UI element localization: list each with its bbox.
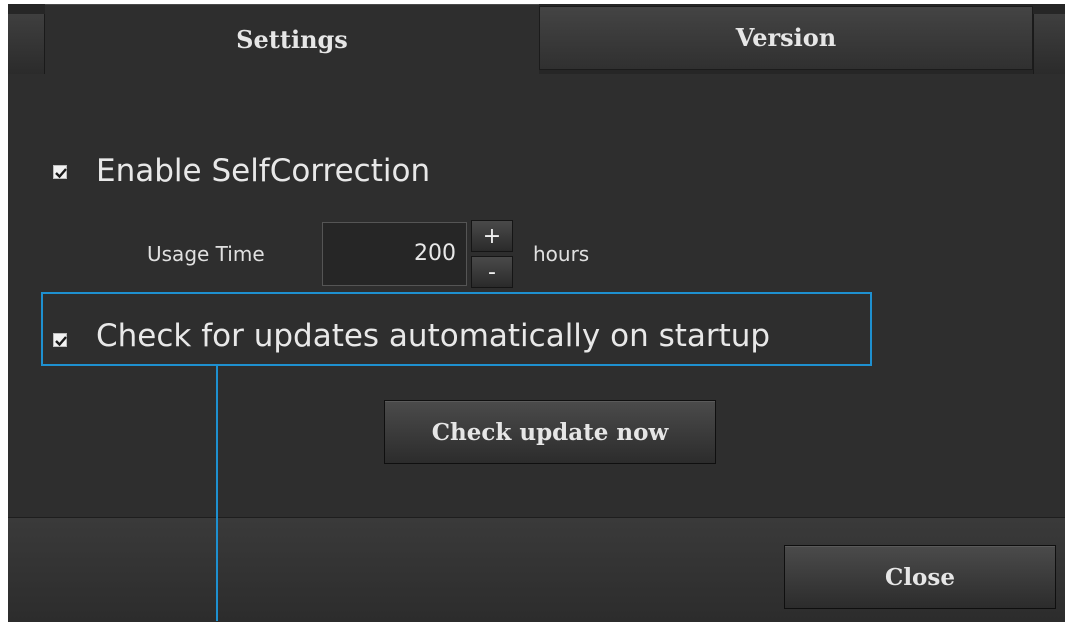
tab-bar-edge-right (1033, 14, 1065, 74)
auto-update-label[interactable]: Check for updates automatically on start… (96, 318, 770, 354)
usage-time-input[interactable]: 200 (322, 222, 467, 286)
checkmark-icon (55, 336, 67, 347)
auto-update-checkbox[interactable] (53, 333, 67, 347)
usage-time-unit: hours (533, 242, 590, 266)
settings-dialog: Settings Version Enable SelfCorrection U… (8, 4, 1065, 622)
checkmark-icon (55, 168, 67, 179)
check-update-now-button[interactable]: Check update now (384, 400, 716, 464)
tab-settings[interactable]: Settings (45, 4, 539, 74)
close-button[interactable]: Close (784, 545, 1056, 609)
tab-version[interactable]: Version (539, 6, 1033, 70)
self-correction-checkbox[interactable] (53, 165, 67, 179)
self-correction-label[interactable]: Enable SelfCorrection (96, 153, 430, 189)
usage-time-label: Usage Time (147, 242, 265, 266)
increment-button[interactable]: + (471, 220, 513, 252)
callout-line (216, 366, 218, 621)
decrement-button[interactable]: - (471, 256, 513, 288)
tab-bar-edge-left (8, 14, 45, 74)
tab-bar: Settings Version (8, 4, 1065, 74)
